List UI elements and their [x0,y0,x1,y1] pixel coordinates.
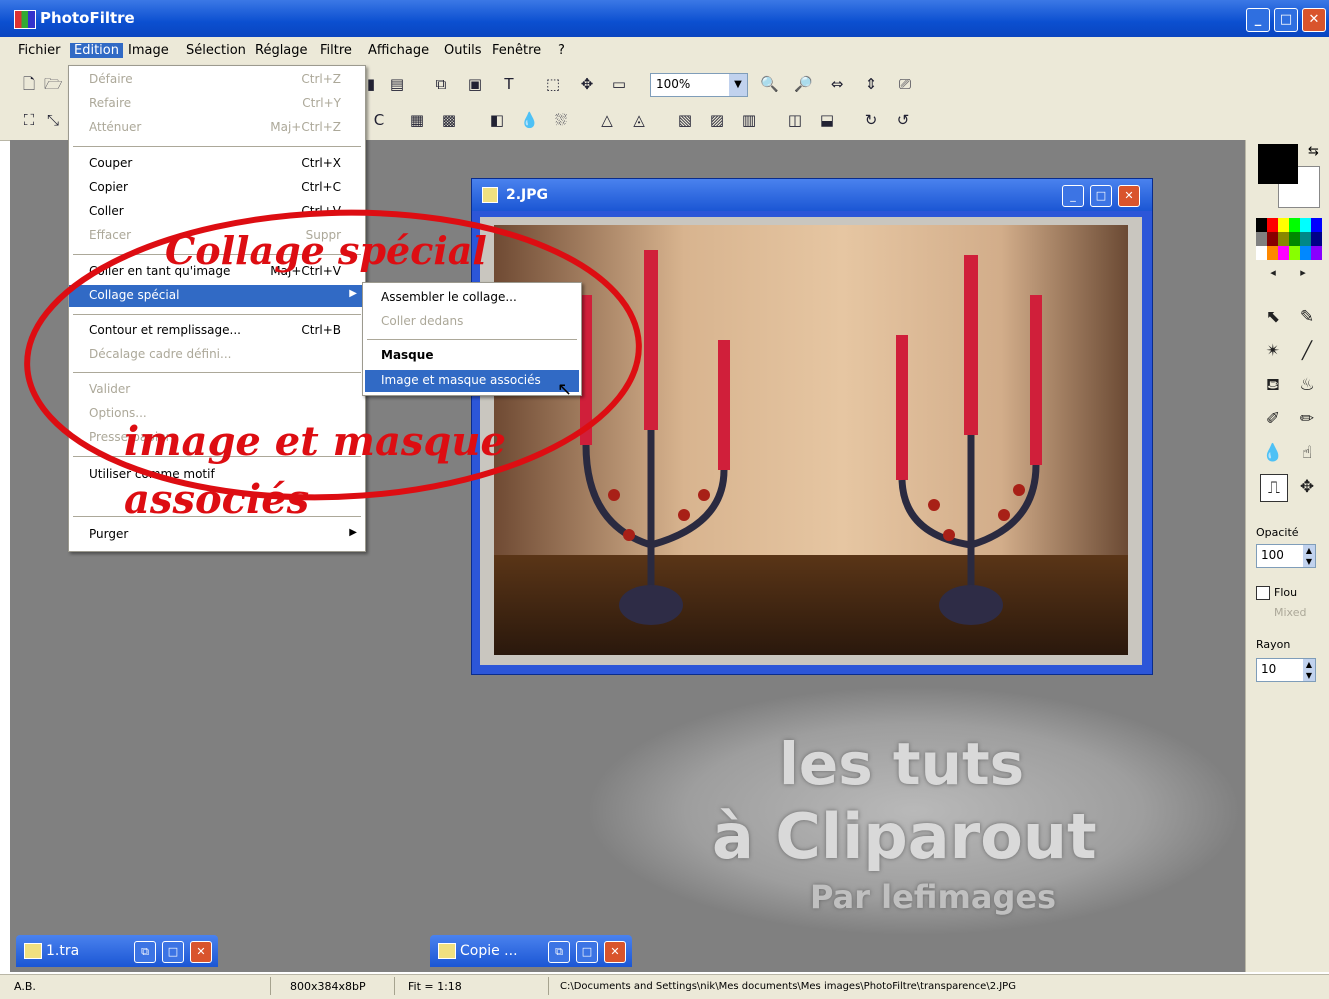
annotation-collage-special: Collage spécial [165,228,487,273]
annotation-associes: associés [124,476,310,523]
annotation-image-masque: image et masque [124,418,506,465]
